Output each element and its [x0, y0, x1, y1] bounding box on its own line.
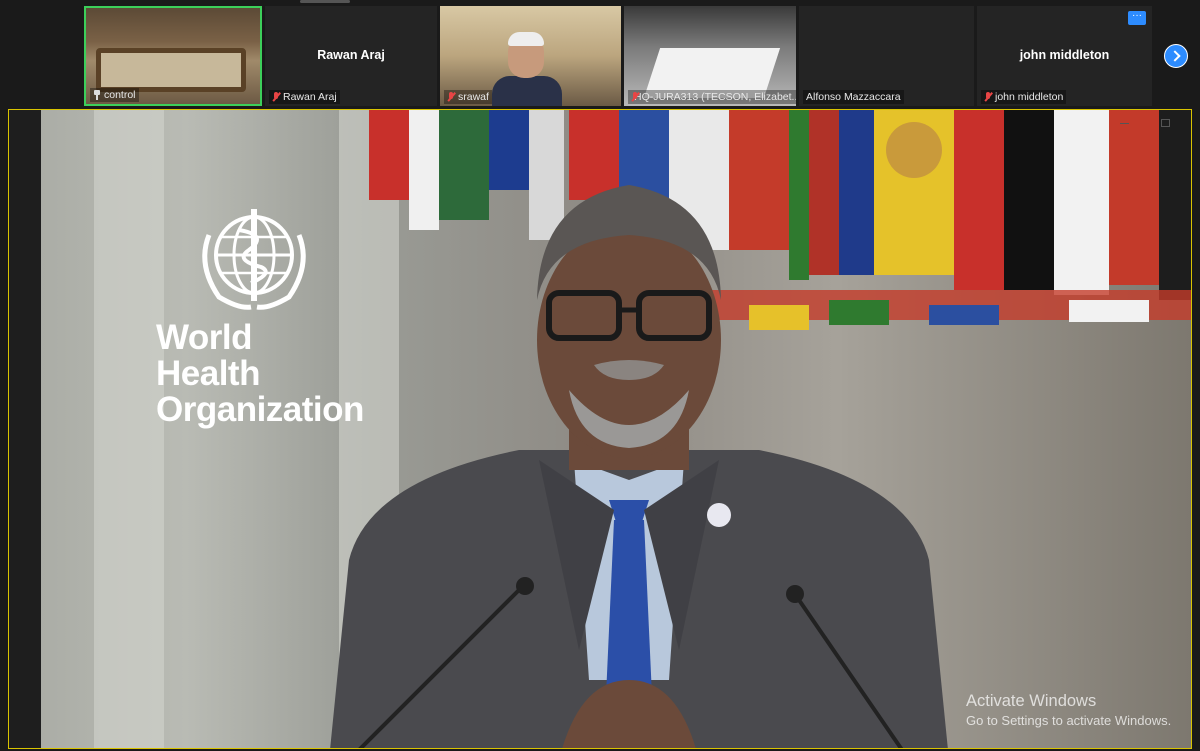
mic-off-icon	[447, 92, 455, 102]
maximize-icon[interactable]	[1161, 119, 1170, 127]
more-options-button[interactable]: ···	[1128, 11, 1146, 25]
video-feed-conference-room	[96, 48, 246, 92]
speaker-figure	[330, 185, 948, 748]
active-speaker-video[interactable]: World Health Organization Activate Windo…	[8, 109, 1192, 749]
participant-display-name: john middleton	[1019, 48, 1110, 62]
strip-scrollbar[interactable]	[300, 0, 350, 3]
participant-name: srawaf	[458, 91, 489, 103]
participant-name: control	[104, 89, 136, 101]
participant-tile-control[interactable]: control	[84, 6, 262, 106]
participant-tile-srawaf[interactable]: srawaf	[440, 6, 621, 106]
next-page-button[interactable]	[1164, 44, 1188, 68]
pin-icon	[93, 90, 101, 100]
participant-tile-hq[interactable]: HQ-JURA313 (TECSON, Elizabet...	[624, 6, 796, 106]
participant-name-tag: control	[90, 88, 139, 102]
mic-off-icon	[272, 92, 280, 102]
participant-name-tag: Alfonso Mazzaccara	[803, 90, 904, 104]
participant-name: Rawan Araj	[283, 91, 337, 103]
letterbox-bar	[9, 110, 41, 748]
participant-display-name: Rawan Araj	[317, 48, 385, 62]
participant-tile-john[interactable]: ··· john middleton john middleton	[977, 6, 1152, 106]
participant-name-tag: john middleton	[981, 90, 1067, 104]
video-feed-person	[492, 76, 562, 106]
participant-name: john middleton	[995, 91, 1064, 103]
participant-name-tag: srawaf	[444, 90, 492, 104]
participant-name: HQ-JURA313 (TECSON, Elizabet...	[634, 91, 796, 103]
video-feed-hair	[508, 32, 544, 46]
participant-name: Alfonso Mazzaccara	[806, 91, 901, 103]
participant-name-tag: HQ-JURA313 (TECSON, Elizabet...	[628, 90, 796, 104]
participant-name-tag: Rawan Araj	[269, 90, 340, 104]
mic-off-icon	[984, 92, 992, 102]
watermark-title: Activate Windows	[966, 692, 1097, 710]
activate-windows-watermark: Activate Windows Go to Settings to activ…	[966, 692, 1171, 728]
watermark-subtitle: Go to Settings to activate Windows.	[966, 713, 1172, 728]
who-emblem-icon	[202, 209, 306, 310]
participant-strip: control Rawan Araj Rawan Araj srawaf HQ-…	[0, 0, 1200, 108]
participant-tile-alfonso[interactable]: Alfonso Mazzaccara	[799, 6, 974, 106]
minimize-icon[interactable]	[1120, 119, 1129, 124]
participant-tile-rawan[interactable]: Rawan Araj Rawan Araj	[265, 6, 437, 106]
